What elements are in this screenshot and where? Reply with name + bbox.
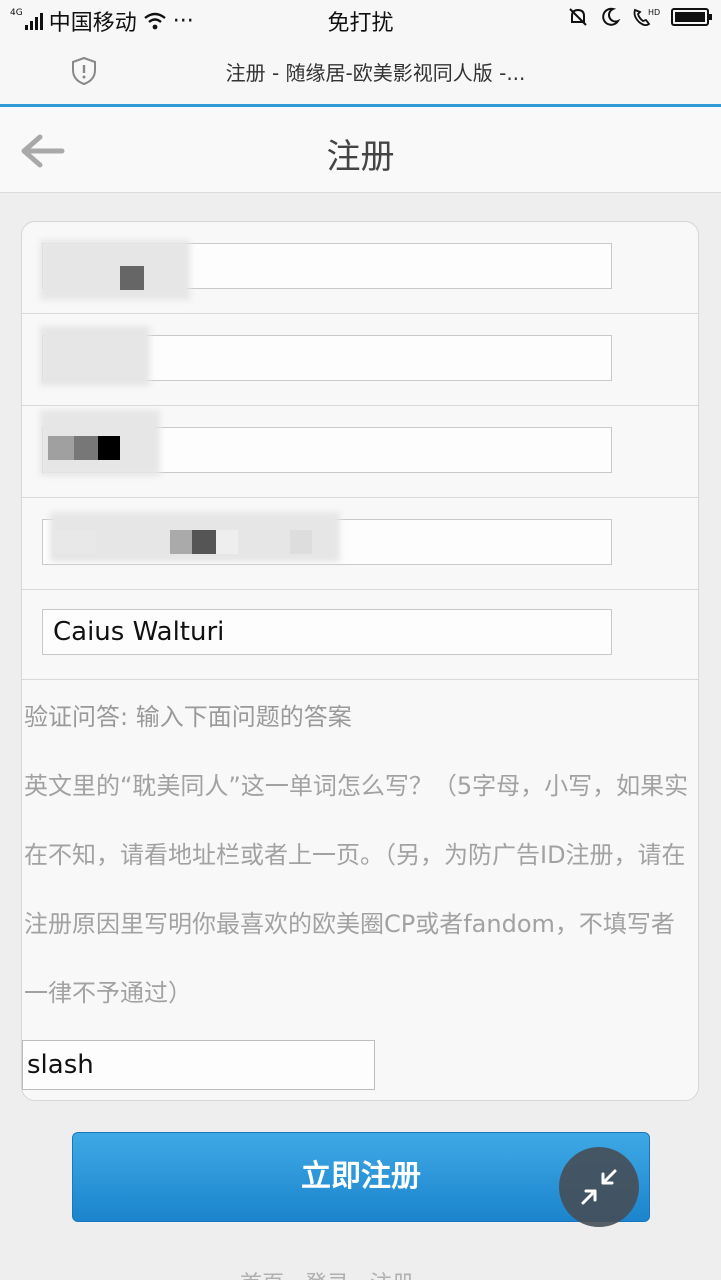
register-form: Caius Walturi 验证问答: 输入下面问题的答案 英文里的“耽美同人”… bbox=[21, 221, 699, 1101]
shield-icon[interactable] bbox=[70, 56, 98, 86]
status-bar: 4G 中国移动 ··· 免打扰 HD bbox=[0, 0, 721, 38]
reason-field[interactable]: Caius Walturi bbox=[42, 609, 612, 655]
svg-text:HD: HD bbox=[648, 8, 660, 17]
battery-icon bbox=[671, 8, 712, 26]
collapse-icon bbox=[581, 1169, 617, 1205]
redaction-pixel bbox=[216, 530, 238, 554]
form-row-confirm bbox=[22, 406, 698, 498]
moon-icon bbox=[602, 7, 621, 26]
verify-label: 验证问答: 输入下面问题的答案 bbox=[24, 703, 352, 731]
redaction-pixel bbox=[98, 436, 120, 460]
redaction-pixel bbox=[290, 530, 312, 554]
app-header: 注册 bbox=[0, 107, 721, 193]
status-right: HD bbox=[567, 6, 712, 28]
redaction-pixel bbox=[120, 266, 144, 290]
redaction-pixel bbox=[192, 530, 216, 554]
footer-links[interactable]: 首页 · 登录 · 注册 bbox=[240, 1266, 414, 1280]
verify-answer-field[interactable]: slash bbox=[22, 1040, 375, 1090]
page-title: 注册 bbox=[326, 137, 395, 177]
bell-muted-icon bbox=[569, 8, 587, 26]
browser-page-title[interactable]: 注册 - 随缘居-欧美影视同人版 -... bbox=[150, 57, 601, 86]
form-row-reason: Caius Walturi bbox=[22, 590, 698, 680]
form-row-password bbox=[22, 314, 698, 406]
redaction-pixel bbox=[52, 530, 96, 554]
collapse-fab[interactable] bbox=[559, 1147, 639, 1227]
browser-bar: 注册 - 随缘居-欧美影视同人版 -... bbox=[0, 38, 721, 104]
verify-question: 英文里的“耽美同人”这一单词怎么写？（5字母，小写，如果实在不知，请看地址栏或者… bbox=[24, 772, 689, 1007]
form-row-email bbox=[22, 498, 698, 590]
redaction-blur bbox=[40, 326, 150, 386]
redaction-pixel bbox=[48, 436, 74, 460]
form-row-username bbox=[22, 222, 698, 314]
redaction-pixel bbox=[170, 530, 192, 554]
redaction-pixel bbox=[74, 436, 98, 460]
call-hd-icon: HD bbox=[633, 8, 660, 27]
redaction-blur bbox=[40, 240, 190, 300]
